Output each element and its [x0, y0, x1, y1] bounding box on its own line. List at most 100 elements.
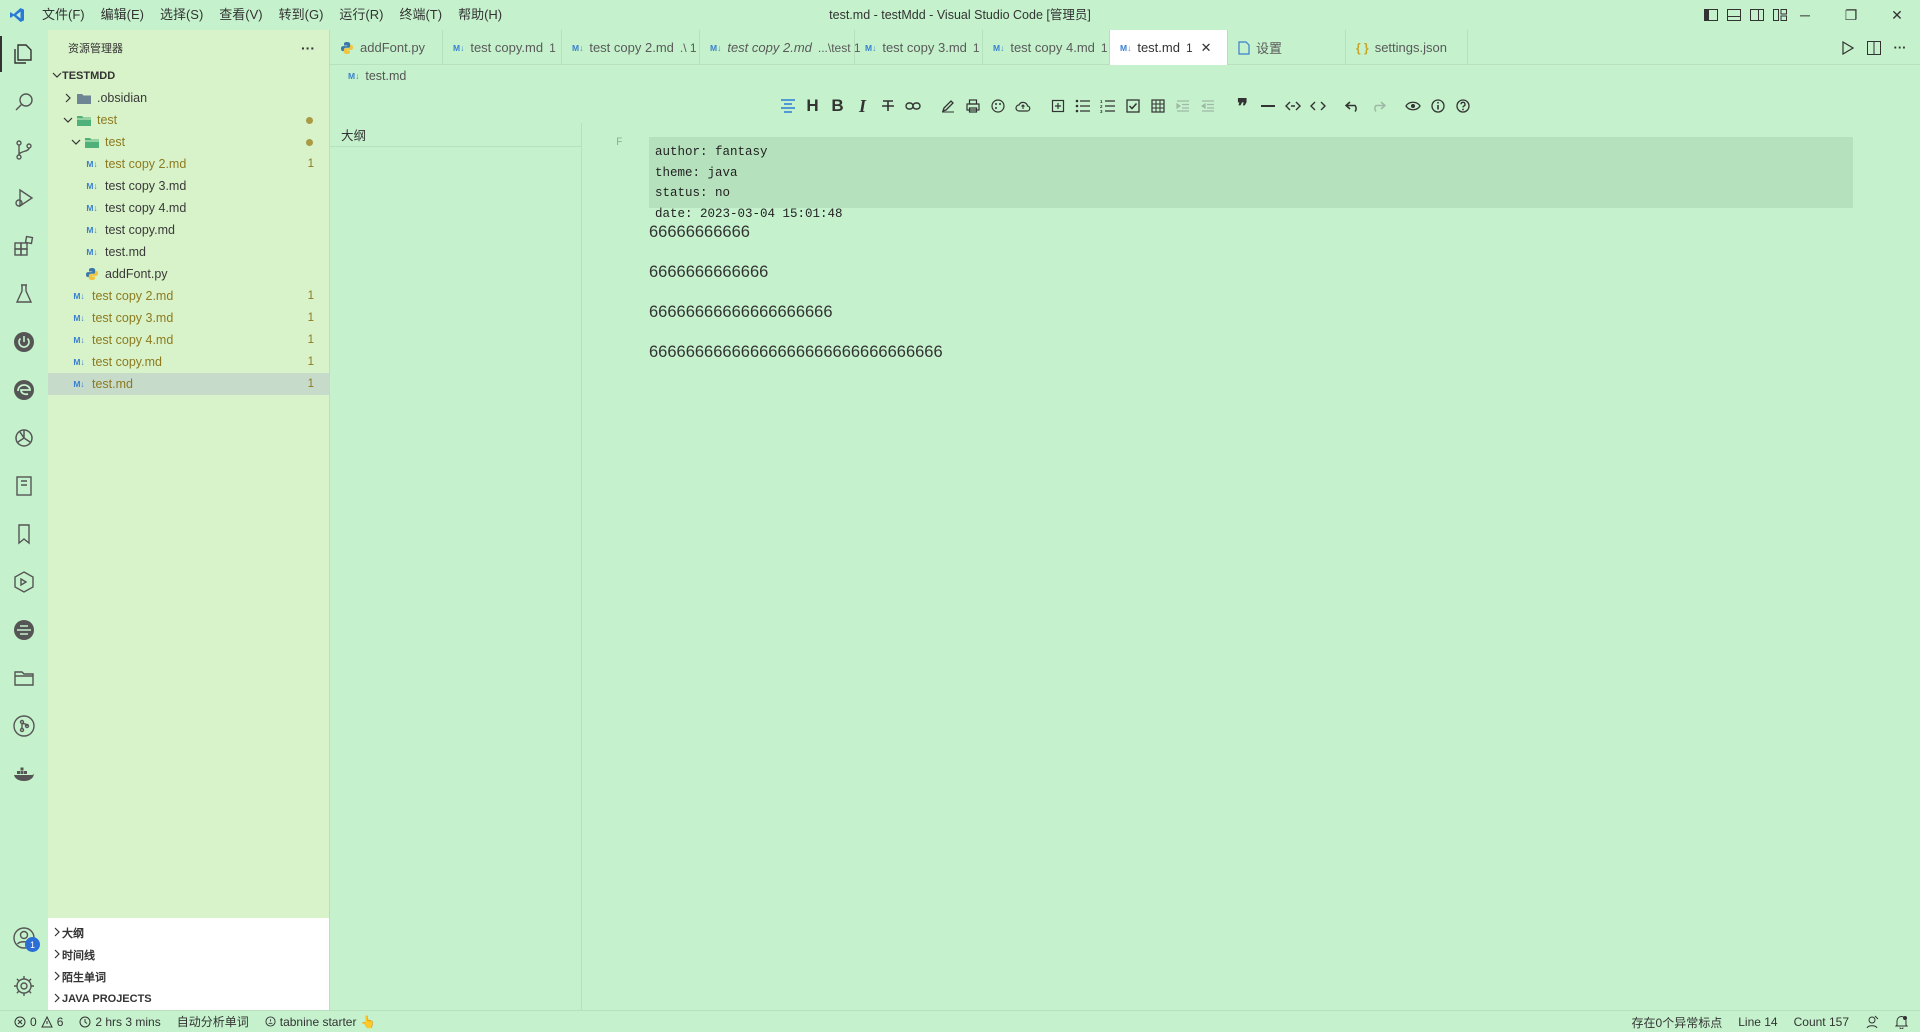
accounts-icon[interactable]: 1: [0, 914, 48, 962]
menu-item[interactable]: 终端(T): [391, 0, 450, 30]
more-editor-actions-icon[interactable]: ···: [1892, 40, 1908, 56]
info-icon[interactable]: [1425, 94, 1450, 118]
tree-file[interactable]: M↓ test.md 1: [48, 373, 329, 395]
paragraph[interactable]: 6666666666666: [649, 263, 768, 282]
editor-tab[interactable]: 设置: [1228, 30, 1346, 65]
tree-file[interactable]: M↓ test.md: [48, 241, 329, 263]
table-icon[interactable]: [1145, 94, 1170, 118]
bullet-list-icon[interactable]: [1070, 94, 1095, 118]
run-debug-icon[interactable]: [0, 174, 48, 222]
link-icon[interactable]: [900, 94, 925, 118]
extensions-icon[interactable]: [0, 222, 48, 270]
folder-icon[interactable]: [0, 654, 48, 702]
notebook-icon[interactable]: [0, 462, 48, 510]
more-actions-icon[interactable]: ···: [301, 40, 315, 56]
toggle-secondary-sidebar-icon[interactable]: [1748, 8, 1765, 22]
frontmatter-block[interactable]: author: fantasy theme: java status: no d…: [649, 137, 1853, 221]
cloud-upload-icon[interactable]: [1010, 94, 1035, 118]
notifications-bell-icon[interactable]: [1887, 1015, 1920, 1029]
tree-folder[interactable]: test: [48, 109, 329, 131]
cube-deploy-icon[interactable]: [0, 558, 48, 606]
minimize-button[interactable]: ─: [1782, 0, 1828, 30]
tree-file[interactable]: M↓ test copy 3.md 1: [48, 307, 329, 329]
bold-icon[interactable]: B: [825, 94, 850, 118]
run-icon[interactable]: [1840, 40, 1856, 56]
editor-tab[interactable]: M↓ test copy 2.md .\ 1: [562, 30, 700, 65]
tree-file[interactable]: M↓ test copy 4.md 1: [48, 329, 329, 351]
menu-item[interactable]: 转到(G): [271, 0, 332, 30]
git-graph-icon[interactable]: [0, 702, 48, 750]
undo-icon[interactable]: [1340, 94, 1365, 118]
menu-item[interactable]: 文件(F): [34, 0, 93, 30]
word-count-status[interactable]: Count 157: [1786, 1015, 1857, 1029]
preview-eye-icon[interactable]: [1400, 94, 1425, 118]
menu-item[interactable]: 运行(R): [331, 0, 391, 30]
paragraph[interactable]: 66666666666666666666: [649, 303, 833, 322]
tree-file[interactable]: M↓ test copy 2.md 1: [48, 153, 329, 175]
remote-explorer-icon[interactable]: [0, 606, 48, 654]
breadcrumb-file[interactable]: test.md: [365, 69, 406, 83]
explorer-icon[interactable]: [0, 30, 48, 78]
editor-tab[interactable]: { } settings.json: [1346, 30, 1468, 65]
toggle-panel-icon[interactable]: [1725, 8, 1742, 22]
menu-item[interactable]: 编辑(E): [93, 0, 152, 30]
split-editor-icon[interactable]: [1866, 40, 1882, 56]
tree-folder[interactable]: .obsidian: [48, 87, 329, 109]
toggle-primary-sidebar-icon[interactable]: [1702, 8, 1719, 22]
editor-content[interactable]: F author: fantasy theme: java status: no…: [582, 123, 1920, 1010]
tree-file[interactable]: addFont.py: [48, 263, 329, 285]
heading-icon[interactable]: H: [800, 94, 825, 118]
inline-code-icon[interactable]: [1280, 94, 1305, 118]
editor-tab[interactable]: M↓ test copy 4.md 1: [983, 30, 1110, 65]
sidebar-panel-header[interactable]: 陌生单词: [48, 966, 329, 988]
tree-file[interactable]: M↓ test copy 2.md 1: [48, 285, 329, 307]
power-icon[interactable]: [0, 318, 48, 366]
docker-icon[interactable]: [0, 750, 48, 798]
theme-palette-icon[interactable]: [985, 94, 1010, 118]
outdent-icon[interactable]: [1195, 94, 1220, 118]
strikethrough-icon[interactable]: [875, 94, 900, 118]
analyze-words-status[interactable]: 自动分析单词: [169, 1013, 257, 1030]
editor-tab[interactable]: M↓ test copy 2.md ...\test 1: [700, 30, 861, 65]
editor-tab[interactable]: M↓ test.md 1 ✕: [1110, 30, 1228, 65]
tree-folder[interactable]: test: [48, 131, 329, 153]
settings-gear-icon[interactable]: [0, 962, 48, 1010]
chatgpt-icon[interactable]: [0, 414, 48, 462]
task-checkbox-icon[interactable]: [1120, 94, 1145, 118]
paragraph[interactable]: 66666666666666666666666666666666: [649, 343, 943, 362]
insert-file-icon[interactable]: [1045, 94, 1070, 118]
align-center-icon[interactable]: [775, 94, 800, 118]
menu-item[interactable]: 选择(S): [152, 0, 211, 30]
punctuation-status[interactable]: 存在0个异常标点: [1624, 1014, 1731, 1031]
italic-icon[interactable]: I: [850, 94, 875, 118]
feedback-icon[interactable]: [1857, 1015, 1887, 1029]
tabnine-status[interactable]: tabnine starter 👆: [257, 1015, 384, 1029]
close-tab-icon[interactable]: ✕: [1201, 40, 1212, 56]
tree-file[interactable]: M↓ test copy.md: [48, 219, 329, 241]
edge-browser-icon[interactable]: [0, 366, 48, 414]
menu-item[interactable]: 帮助(H): [450, 0, 510, 30]
bookmark-icon[interactable]: [0, 510, 48, 558]
sidebar-panel-header[interactable]: 大纲: [48, 922, 329, 944]
testing-flask-icon[interactable]: [0, 270, 48, 318]
redo-icon[interactable]: [1365, 94, 1390, 118]
paragraph[interactable]: 66666666666: [649, 223, 750, 242]
tree-file[interactable]: M↓ test copy 4.md: [48, 197, 329, 219]
horizontal-rule-icon[interactable]: [1255, 94, 1280, 118]
code-block-icon[interactable]: [1305, 94, 1330, 118]
restore-button[interactable]: ❐: [1828, 0, 1874, 30]
close-window-button[interactable]: ✕: [1874, 0, 1920, 30]
source-control-icon[interactable]: [0, 126, 48, 174]
search-icon[interactable]: [0, 78, 48, 126]
time-tracker-status[interactable]: 2 hrs 3 mins: [71, 1015, 168, 1029]
tree-file[interactable]: M↓ test copy.md 1: [48, 351, 329, 373]
menu-item[interactable]: 查看(V): [211, 0, 270, 30]
problems-status[interactable]: 0 6: [0, 1015, 71, 1029]
sidebar-panel-header[interactable]: 时间线: [48, 944, 329, 966]
line-status[interactable]: Line 14: [1730, 1015, 1785, 1029]
quote-icon[interactable]: ❞: [1230, 94, 1255, 118]
editor-tab[interactable]: addFont.py: [330, 30, 443, 65]
workspace-header[interactable]: TESTMDD: [48, 65, 329, 87]
sidebar-panel-header[interactable]: JAVA PROJECTS: [48, 988, 329, 1010]
indent-icon[interactable]: [1170, 94, 1195, 118]
